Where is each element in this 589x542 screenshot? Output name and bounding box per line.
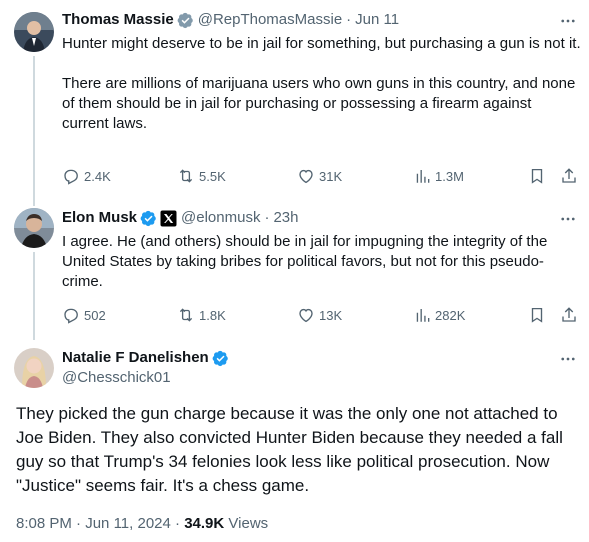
reply-icon bbox=[64, 308, 78, 324]
views-count: 282K bbox=[435, 307, 466, 323]
repost-count: 5.5K bbox=[199, 168, 226, 184]
verified-gray-icon bbox=[177, 12, 194, 29]
author-name[interactable]: Elon Musk bbox=[62, 208, 137, 228]
more-options-icon[interactable] bbox=[558, 11, 578, 31]
bookmark-button[interactable] bbox=[528, 305, 546, 325]
repost-icon bbox=[179, 308, 193, 322]
analytics-icon bbox=[416, 170, 430, 183]
more-options-icon[interactable] bbox=[558, 209, 578, 229]
tweet-header: Thomas Massie @RepThomasMassie · Jun 11 bbox=[62, 10, 399, 30]
views-label: Views bbox=[228, 515, 269, 532]
verified-blue-icon bbox=[140, 210, 157, 227]
tweet-thomas-massie: Thomas Massie @RepThomasMassie · Jun 11 … bbox=[0, 0, 589, 206]
author-handle[interactable]: @Chesschick01 bbox=[62, 368, 171, 388]
repost-button[interactable]: 1.8K bbox=[177, 305, 226, 325]
author-name[interactable]: Thomas Massie bbox=[62, 10, 174, 30]
share-button[interactable] bbox=[560, 305, 578, 325]
separator-dot: · bbox=[175, 515, 181, 532]
tweet-text: I agree. He (and others) should be in ja… bbox=[62, 233, 548, 290]
views-count: 1.3M bbox=[435, 168, 464, 184]
views-button[interactable]: 1.3M bbox=[413, 166, 464, 186]
tweet-date[interactable]: Jun 11, 2024 bbox=[85, 515, 171, 532]
repost-count: 1.8K bbox=[199, 307, 226, 323]
thread-line bbox=[33, 252, 35, 340]
share-icon bbox=[562, 168, 576, 183]
views-count: 34.9K bbox=[184, 515, 225, 532]
separator-dot: · bbox=[346, 11, 352, 28]
like-button[interactable]: 31K bbox=[297, 166, 342, 186]
author-handle[interactable]: @RepThomasMassie bbox=[198, 10, 342, 30]
tweet-actions: 2.4K 5.5K 31K 1.3M bbox=[62, 166, 582, 186]
tweet-meta: 8:08 PM · Jun 11, 2024 · 34.9K Views bbox=[16, 514, 268, 534]
tweet-header: Elon Musk @elonmusk · 23h bbox=[62, 208, 298, 228]
analytics-icon bbox=[416, 309, 430, 322]
heart-icon bbox=[299, 169, 313, 184]
like-count: 31K bbox=[319, 168, 343, 184]
tweet-time[interactable]: 23h bbox=[273, 208, 298, 228]
more-options-icon[interactable] bbox=[558, 349, 578, 369]
tweet-text: Hunter might deserve to be in jail for s… bbox=[62, 35, 581, 132]
share-icon bbox=[562, 307, 576, 322]
heart-icon bbox=[299, 308, 313, 323]
thread-line bbox=[33, 56, 35, 206]
separator-dot: · bbox=[76, 515, 82, 532]
tweet-header: Natalie F Danelishen bbox=[62, 348, 229, 368]
tweet-actions: 502 1.8K 13K 282K bbox=[62, 305, 582, 325]
avatar[interactable] bbox=[14, 208, 54, 248]
separator-dot: · bbox=[264, 209, 270, 226]
avatar[interactable] bbox=[14, 12, 54, 52]
reply-icon bbox=[64, 169, 78, 185]
tweet-time[interactable]: Jun 11 bbox=[355, 10, 399, 30]
author-name[interactable]: Natalie F Danelishen bbox=[62, 348, 209, 368]
like-count: 13K bbox=[319, 307, 343, 323]
share-button[interactable] bbox=[560, 166, 578, 186]
bookmark-icon bbox=[531, 168, 543, 184]
avatar[interactable] bbox=[14, 348, 54, 388]
reply-count: 502 bbox=[84, 307, 106, 323]
repost-icon bbox=[179, 169, 193, 183]
author-handle[interactable]: @elonmusk bbox=[181, 208, 260, 228]
reply-button[interactable]: 2.4K bbox=[62, 166, 111, 186]
repost-button[interactable]: 5.5K bbox=[177, 166, 226, 186]
reply-count: 2.4K bbox=[84, 168, 111, 184]
tweet-elon-musk: Elon Musk @elonmusk · 23h I agree. He (a… bbox=[0, 200, 589, 340]
views-button[interactable]: 282K bbox=[413, 305, 465, 325]
main-tweet-text: They picked the gun charge because it wa… bbox=[16, 404, 563, 495]
x-affiliate-icon bbox=[160, 210, 177, 227]
reply-button[interactable]: 502 bbox=[62, 305, 106, 325]
tweet-subheader: @Chesschick01 bbox=[62, 368, 171, 388]
tweet-time[interactable]: 8:08 PM bbox=[16, 515, 72, 532]
bookmark-button[interactable] bbox=[528, 166, 546, 186]
verified-blue-icon bbox=[212, 350, 229, 367]
like-button[interactable]: 13K bbox=[297, 305, 342, 325]
bookmark-icon bbox=[531, 307, 543, 323]
